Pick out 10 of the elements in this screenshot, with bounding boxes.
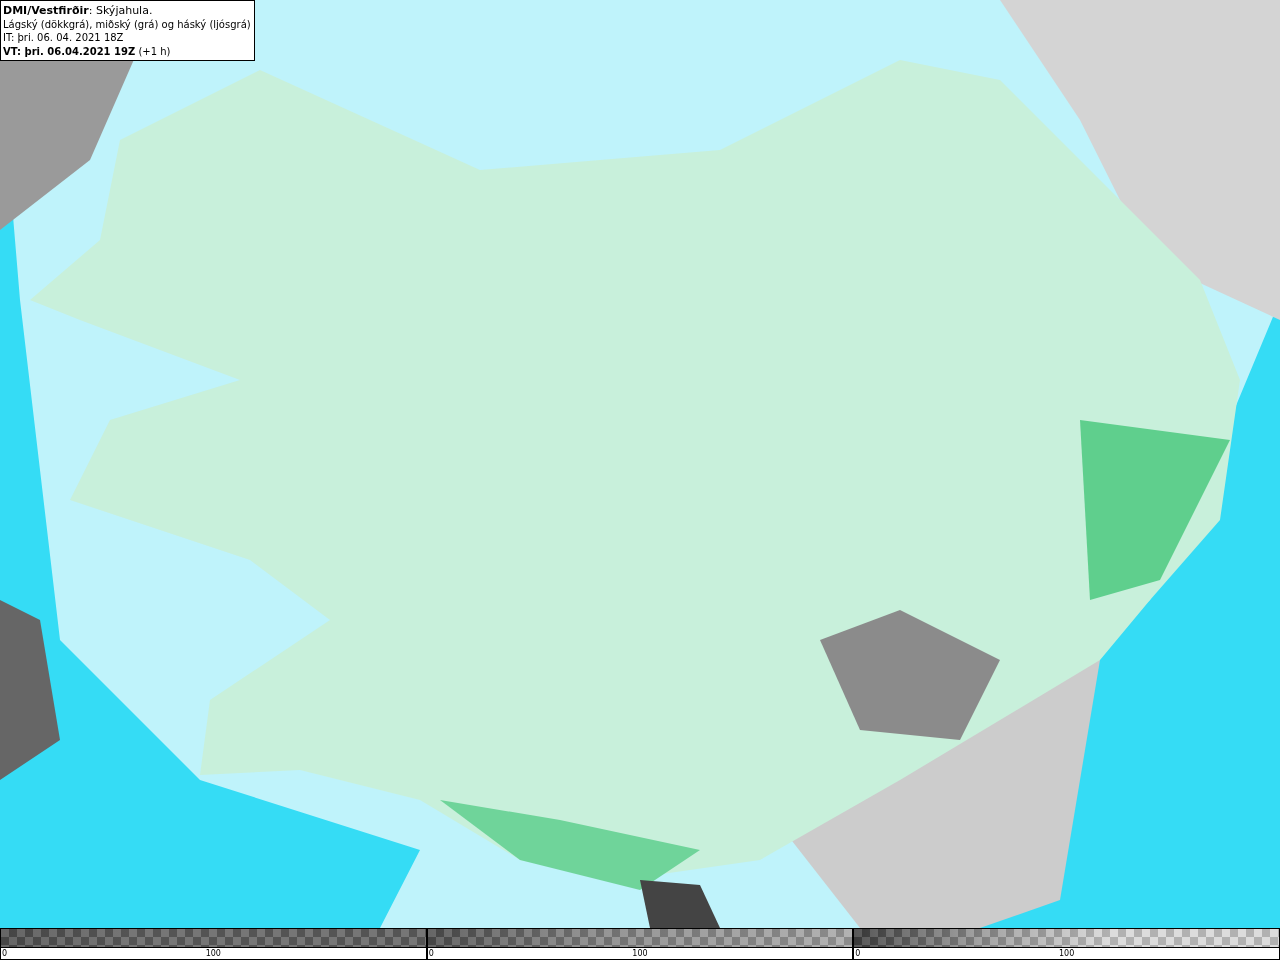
issue-time: IT: þri. 06. 04. 2021 18Z	[3, 31, 125, 45]
legend-subtitle: Lágský (dökkgrá), miðský (grá) og háský (ljósgrá)	[3, 17, 251, 31]
scale-label: 100	[632, 948, 648, 960]
legend-title: DMI/Vestfirðir: Skýjahula.	[3, 4, 154, 18]
valid-time: VT: þri. 06.04.2021 19Z (+1 h)	[3, 44, 172, 58]
scale-label: 100	[1059, 948, 1075, 960]
scale-label: 0	[2, 948, 8, 960]
scale-label: 0	[855, 948, 861, 960]
scale-label: 0	[428, 948, 434, 960]
scale-label: 100	[205, 948, 221, 960]
